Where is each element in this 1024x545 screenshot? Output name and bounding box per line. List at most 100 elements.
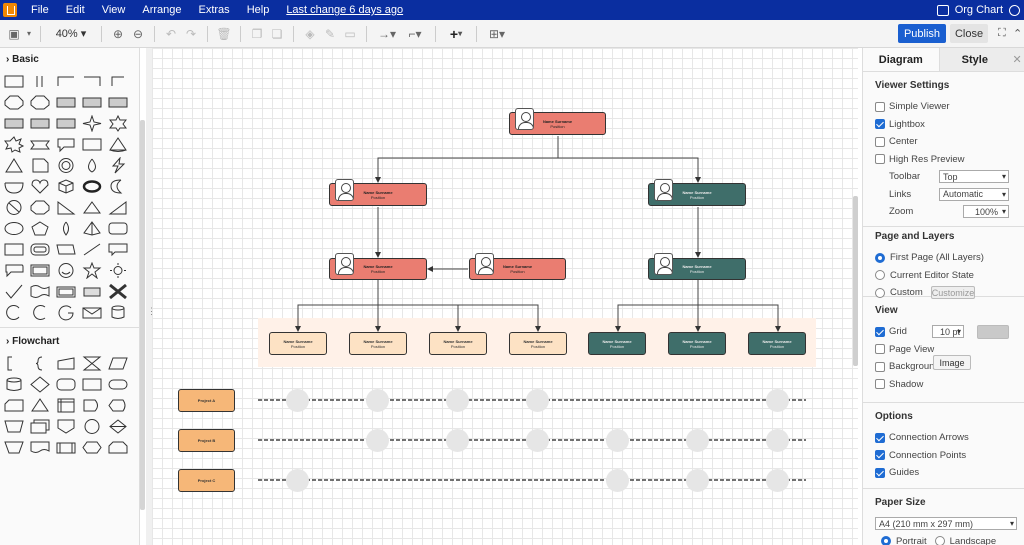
landscape-radio[interactable] xyxy=(934,536,945,545)
shadow-option[interactable]: Shadow xyxy=(875,376,1024,394)
document-shape[interactable] xyxy=(29,157,51,174)
insert-icon[interactable]: + ▾ xyxy=(442,24,470,44)
manual-op-shape[interactable] xyxy=(3,418,25,435)
pyramid-shape[interactable] xyxy=(81,220,103,237)
star4-shape[interactable] xyxy=(81,115,103,132)
triangle-shape[interactable] xyxy=(3,157,25,174)
org-node-staff[interactable]: Name Surname Position xyxy=(509,332,567,355)
delete-icon[interactable]: 🗑 xyxy=(214,24,234,44)
manual-input-shape[interactable] xyxy=(55,355,77,372)
fill-color-icon[interactable]: ◈ xyxy=(300,24,320,44)
process-shape[interactable] xyxy=(81,376,103,393)
ellipse-shape[interactable] xyxy=(3,220,25,237)
drop-shape[interactable] xyxy=(81,157,103,174)
format-panel-toggle-icon[interactable]: ▣ xyxy=(4,24,24,44)
fullscreen-icon[interactable]: ⛶ xyxy=(998,27,1010,39)
grid-checkbox[interactable] xyxy=(875,326,885,337)
sort-shape[interactable] xyxy=(107,418,129,435)
first-page-radio[interactable] xyxy=(875,252,885,263)
plain-rect-shape[interactable] xyxy=(29,115,51,132)
menu-arrange[interactable]: Arrange xyxy=(142,4,181,16)
tab-style[interactable]: Style xyxy=(938,48,1011,71)
rectangle-shape[interactable] xyxy=(3,73,25,90)
loop-limit-shape[interactable] xyxy=(107,439,129,456)
wave-shape[interactable] xyxy=(29,283,51,300)
custom-option[interactable]: Custom Customize xyxy=(875,284,1024,302)
current-state-radio[interactable] xyxy=(875,270,885,281)
connection-points-checkbox[interactable] xyxy=(875,450,885,461)
plain-rect-shape[interactable] xyxy=(107,94,129,111)
section-basic-title[interactable]: › Basic xyxy=(0,48,139,71)
donut-shape[interactable] xyxy=(55,157,77,174)
page-view-checkbox[interactable] xyxy=(875,344,885,355)
tab-diagram[interactable]: Diagram xyxy=(863,48,939,71)
zoom-input[interactable]: 100% xyxy=(963,205,1009,219)
custom-radio[interactable] xyxy=(875,287,885,298)
simple-viewer-checkbox[interactable] xyxy=(875,101,885,112)
octagon-alt-shape[interactable] xyxy=(29,94,51,111)
high-res-option[interactable]: High Res Preview xyxy=(875,151,1024,169)
line-shape[interactable] xyxy=(81,241,103,258)
globe-icon[interactable] xyxy=(1009,4,1020,16)
decision-shape[interactable] xyxy=(29,376,51,393)
star6-shape[interactable] xyxy=(107,115,129,132)
to-back-icon[interactable]: ❏ xyxy=(267,24,287,44)
last-change-link[interactable]: Last change 6 days ago xyxy=(286,4,403,16)
chevron-down-icon[interactable]: ▾ xyxy=(24,24,34,44)
lightbox-option[interactable]: Lightbox xyxy=(875,116,1024,134)
plain-rect-shape[interactable] xyxy=(81,94,103,111)
org-node-staff[interactable]: Name Surname Position xyxy=(269,332,327,355)
zoom-out-icon[interactable]: ⊖ xyxy=(128,24,148,44)
frame-shape[interactable] xyxy=(29,262,51,279)
right-triangle-alt-shape[interactable] xyxy=(107,199,129,216)
center-option[interactable]: Center xyxy=(875,133,1024,151)
menu-file[interactable]: File xyxy=(31,4,49,16)
corner-shape[interactable] xyxy=(55,73,77,90)
envelope-shape[interactable] xyxy=(81,304,103,321)
rect-outline-shape[interactable] xyxy=(3,241,25,258)
partial-ring-shape[interactable] xyxy=(55,304,77,321)
org-node-staff[interactable]: Name Surname Position xyxy=(429,332,487,355)
octagon-shape[interactable] xyxy=(3,94,25,111)
shadow-icon[interactable]: ▭ xyxy=(340,24,360,44)
corner-shape-right[interactable] xyxy=(81,73,103,90)
connection-arrows-checkbox[interactable] xyxy=(875,432,885,443)
project-b-box[interactable]: Project B xyxy=(178,429,235,452)
or-shape[interactable] xyxy=(81,418,103,435)
button-shape[interactable] xyxy=(81,283,103,300)
background-option[interactable]: Background Image xyxy=(875,355,1024,376)
no-symbol-shape[interactable] xyxy=(3,199,25,216)
collate-shape[interactable] xyxy=(81,355,103,372)
menu-edit[interactable]: Edit xyxy=(66,4,85,16)
arc-shape[interactable] xyxy=(3,304,25,321)
waypoints-icon[interactable]: ⌐▾ xyxy=(401,24,429,44)
callout-round-shape[interactable] xyxy=(3,262,25,279)
rounded-rect-shape[interactable] xyxy=(107,220,129,237)
close-button[interactable]: Close xyxy=(950,24,988,43)
right-triangle-shape[interactable] xyxy=(55,199,77,216)
portrait-radio[interactable] xyxy=(881,536,891,545)
menu-help[interactable]: Help xyxy=(247,4,270,16)
display-shape[interactable] xyxy=(107,397,129,414)
ribbon-shape[interactable] xyxy=(29,136,51,153)
delay-shape[interactable] xyxy=(81,397,103,414)
half-circle-shape[interactable] xyxy=(3,178,25,195)
plain-rect-shape[interactable] xyxy=(55,115,77,132)
grid-size-input[interactable]: 10 pt xyxy=(932,325,964,339)
app-logo-icon[interactable] xyxy=(3,3,17,17)
cube-shape[interactable] xyxy=(55,178,77,195)
parallel-lines-shape[interactable] xyxy=(29,73,51,90)
process-rounded-shape[interactable] xyxy=(55,376,77,393)
terminator-shape[interactable] xyxy=(107,376,129,393)
trapezoid-shape[interactable] xyxy=(3,439,25,456)
shapes-scrollbar[interactable] xyxy=(140,120,145,510)
comment-icon[interactable] xyxy=(936,4,949,16)
doc-shape[interactable] xyxy=(29,439,51,456)
grid-option[interactable]: Grid 10 pt xyxy=(875,323,1024,341)
off-page-shape[interactable] xyxy=(55,418,77,435)
center-checkbox[interactable] xyxy=(875,136,885,147)
plain-rect-shape[interactable] xyxy=(3,115,25,132)
shadow-checkbox[interactable] xyxy=(875,379,885,390)
lightbox-checkbox[interactable] xyxy=(875,119,885,130)
database-shape[interactable] xyxy=(3,376,25,393)
